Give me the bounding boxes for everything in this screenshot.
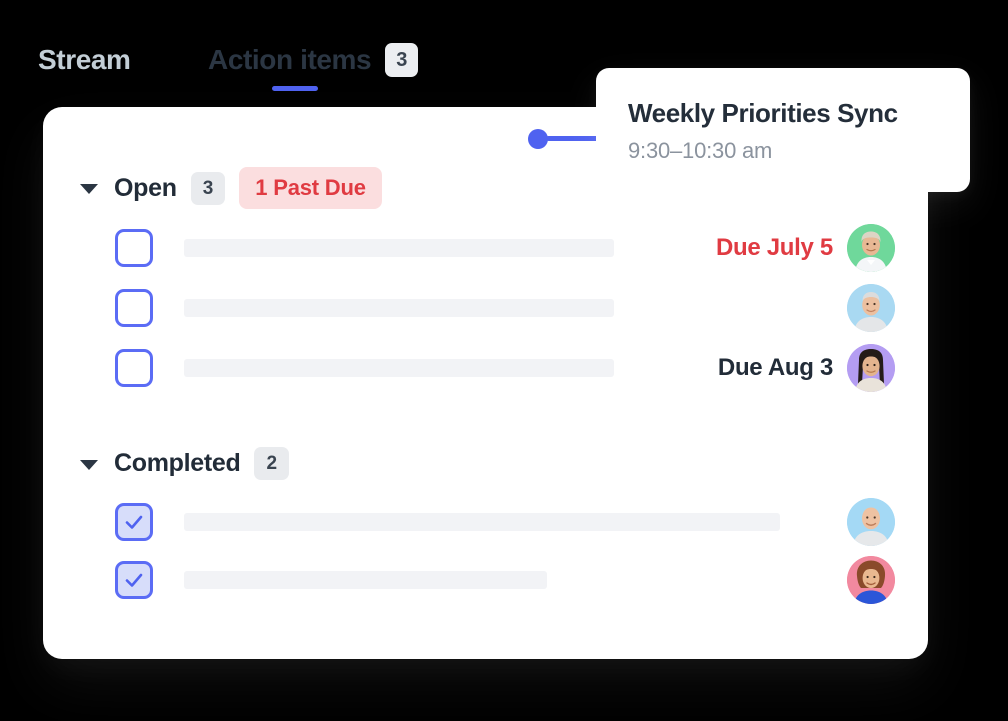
past-due-badge: 1 Past Due [239,167,382,209]
connector-dot-icon [528,129,548,149]
tab-stream-label: Stream [38,44,131,75]
task-due-date: Due July 5 [715,234,833,261]
avatar-dark-hair-woman[interactable] [847,344,895,392]
chevron-down-icon[interactable] [80,184,98,194]
task-checkbox[interactable] [115,561,153,599]
task-row[interactable] [115,556,905,604]
avatar-image [847,284,895,332]
task-row[interactable] [115,498,905,546]
tab-action-items[interactable]: Action items 3 [208,41,419,79]
task-title-placeholder [184,299,614,317]
section-title-completed: Completed [114,449,241,477]
avatar-image [847,344,895,392]
task-checkbox[interactable] [115,289,153,327]
avatar-curly-hair-woman[interactable] [847,556,895,604]
active-tab-indicator [272,86,318,91]
task-title-placeholder [184,513,780,531]
task-title-placeholder [184,359,614,377]
task-row[interactable]: Due July 5 [115,224,905,272]
chevron-down-icon[interactable] [80,459,98,470]
avatar-image [847,498,895,546]
task-row[interactable] [115,284,905,332]
tab-action-items-badge: 3 [385,43,419,77]
section-header-completed[interactable]: Completed 2 [80,447,290,480]
task-title-placeholder [184,239,614,257]
avatar-blonde-person[interactable] [847,224,895,272]
section-count-open: 3 [190,171,226,205]
task-checkbox[interactable] [115,229,153,267]
avatar-older-man[interactable] [847,284,895,332]
section-title-open: Open [114,173,177,202]
tab-action-items-label: Action items [208,44,372,75]
section-count-completed: 2 [254,447,290,480]
avatar-image [847,556,895,604]
check-icon [125,515,143,529]
task-checkbox[interactable] [115,503,153,541]
event-tooltip-card[interactable]: Weekly Priorities Sync 9:30–10:30 am [596,68,970,192]
avatar-image [847,224,895,272]
avatar-bald-man[interactable] [847,498,895,546]
task-title-placeholder [184,571,547,589]
event-time: 9:30–10:30 am [628,138,773,163]
tab-stream[interactable]: Stream [38,41,131,79]
task-row[interactable]: Due Aug 3 [115,344,905,392]
event-title: Weekly Priorities Sync [628,98,898,128]
task-checkbox[interactable] [115,349,153,387]
check-icon [125,573,143,587]
section-header-open[interactable]: Open 3 1 Past Due [80,167,382,209]
task-due-date: Due Aug 3 [717,354,833,381]
